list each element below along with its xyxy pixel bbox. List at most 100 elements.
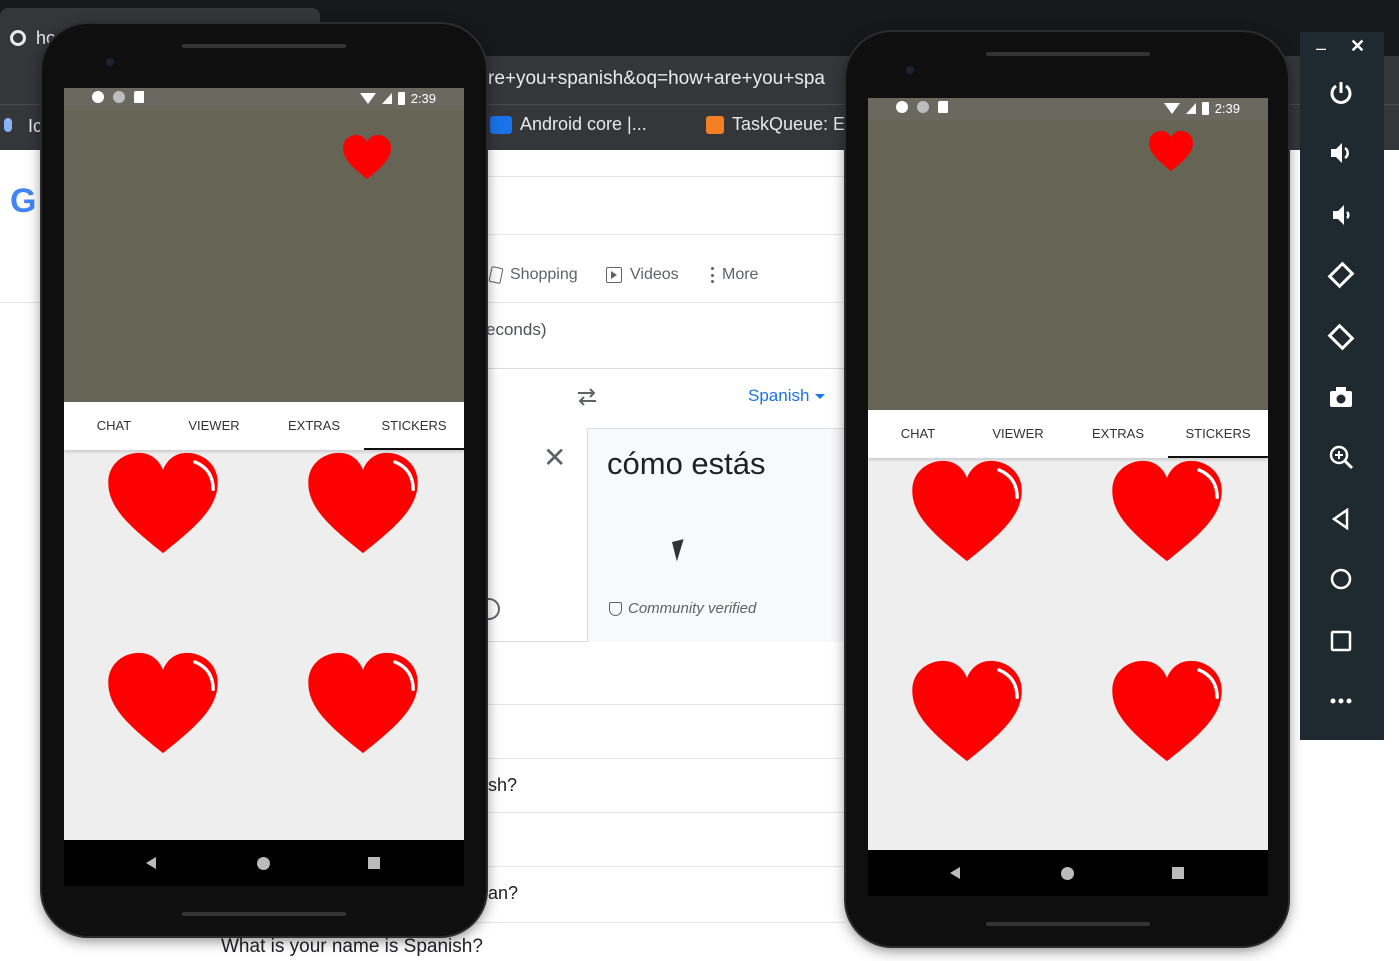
zoom-button[interactable] [1324, 440, 1358, 474]
related-question[interactable]: an? [488, 883, 518, 904]
related-question[interactable]: What is your name is Spanish? [221, 936, 483, 958]
bookmark-taskqueue[interactable]: TaskQueue: E [706, 114, 845, 135]
related-question[interactable]: sh? [488, 775, 517, 796]
tab-bar: CHAT VIEWER EXTRAS STICKERS [64, 402, 464, 450]
android-nav-bar [868, 850, 1268, 896]
front-camera [906, 66, 914, 74]
zoom-icon [1329, 445, 1354, 470]
rotate-left-button[interactable] [1324, 258, 1358, 292]
divider [486, 176, 846, 177]
clear-icon[interactable]: ✕ [543, 444, 566, 472]
tab-chat[interactable]: CHAT [868, 410, 968, 458]
more-button[interactable] [1324, 684, 1358, 718]
search-tab-shopping[interactable]: Shopping [488, 265, 578, 285]
heart-sticker[interactable] [106, 450, 220, 556]
overview-button[interactable] [1324, 624, 1358, 658]
heart-sticker-preview[interactable] [342, 134, 392, 180]
heart-sticker[interactable] [306, 450, 420, 556]
power-button[interactable] [1324, 76, 1358, 110]
home-icon [1330, 568, 1352, 590]
more-icon [1330, 698, 1352, 704]
search-tab-label: Videos [630, 266, 679, 283]
tab-extras[interactable]: EXTRAS [264, 402, 364, 450]
minimize-icon[interactable]: – [1316, 38, 1326, 59]
camera-icon [1330, 387, 1352, 407]
sd-card-icon [938, 101, 948, 113]
status-bar: 2:39 [64, 88, 464, 110]
swap-languages-icon[interactable] [574, 386, 600, 408]
tag-icon [488, 265, 504, 285]
nav-back-icon[interactable] [146, 857, 156, 869]
volume-up-icon [1331, 143, 1349, 163]
google-favicon-icon [10, 30, 26, 46]
tab-stickers[interactable]: STICKERS [1168, 410, 1268, 458]
emulator-phone-right: 2:39 CHAT VIEWER EXTRAS STICKERS [846, 32, 1288, 946]
divider [486, 758, 846, 759]
overview-icon [1330, 630, 1352, 652]
heart-sticker-preview[interactable] [1148, 130, 1194, 172]
nav-recents-icon[interactable] [368, 857, 380, 869]
close-icon[interactable]: ✕ [1350, 36, 1365, 57]
wifi-icon [1163, 103, 1180, 114]
nav-back-icon[interactable] [950, 867, 960, 879]
nav-home-icon[interactable] [257, 857, 270, 870]
back-button[interactable] [1324, 502, 1358, 536]
result-stats: econds) [486, 320, 547, 339]
chevron-down-icon [815, 393, 826, 399]
shield-check-icon [609, 601, 622, 616]
bookmark-label: TaskQueue: E [732, 114, 846, 134]
battery-icon [397, 92, 405, 105]
bookmark-android-core[interactable]: Android core |... [490, 114, 647, 135]
volume-down-button[interactable] [1324, 198, 1358, 232]
target-language-label: Spanish [748, 386, 810, 405]
status-time: 2:39 [410, 91, 436, 106]
volume-up-button[interactable] [1324, 136, 1358, 170]
tab-viewer[interactable]: VIEWER [968, 410, 1068, 458]
rotate-right-button[interactable] [1324, 320, 1358, 354]
tab-viewer[interactable]: VIEWER [164, 402, 264, 450]
home-button[interactable] [1324, 562, 1358, 596]
google-logo[interactable]: G [10, 182, 36, 221]
phone-screen[interactable]: 2:39 CHAT VIEWER EXTRAS STICKERS [868, 98, 1268, 896]
earpiece [182, 44, 346, 48]
divider [486, 812, 846, 813]
tab-chat[interactable]: CHAT [64, 402, 164, 450]
badge-label: Community verified [628, 600, 757, 617]
front-camera [106, 58, 114, 66]
screenshot-button[interactable] [1324, 380, 1358, 414]
heart-sticker[interactable] [106, 650, 220, 756]
target-language-select[interactable]: Spanish [748, 386, 826, 406]
phone-screen[interactable]: 2:39 CHAT VIEWER EXTRAS STICKERS [64, 88, 464, 886]
sd-card-icon [134, 91, 144, 103]
bookmark-label: Android core |... [520, 114, 647, 134]
emulator-phone-left: 2:39 CHAT VIEWER EXTRAS STICKERS [42, 24, 486, 936]
tab-stickers[interactable]: STICKERS [364, 402, 464, 450]
url-text[interactable]: re+you+spanish&oq=how+are+you+spa [488, 68, 848, 90]
sticker-preview-area[interactable] [64, 110, 464, 402]
heart-sticker[interactable] [1110, 458, 1224, 564]
heart-sticker[interactable] [306, 650, 420, 756]
search-tab-videos[interactable]: Videos [606, 266, 679, 284]
tab-extras[interactable]: EXTRAS [1068, 410, 1168, 458]
rotate-left-icon [1327, 261, 1355, 289]
divider [486, 234, 846, 235]
bookmark-item-partial[interactable]: Ic [28, 116, 42, 137]
stackoverflow-icon [706, 115, 724, 134]
bookmark-favicon-icon [490, 115, 512, 134]
back-icon [1331, 507, 1349, 531]
search-tab-more[interactable]: More [710, 266, 758, 284]
notification-icon [917, 101, 929, 113]
signal-icon [381, 93, 392, 104]
battery-icon [1201, 102, 1209, 115]
bottom-speaker [986, 922, 1150, 926]
heart-sticker[interactable] [910, 458, 1024, 564]
nav-recents-icon[interactable] [1172, 867, 1184, 879]
status-time: 2:39 [1214, 101, 1240, 116]
heart-sticker[interactable] [1110, 658, 1224, 764]
nav-home-icon[interactable] [1061, 867, 1074, 880]
volume-down-icon [1333, 205, 1350, 225]
emulator-toolbar: – ✕ [1300, 32, 1384, 740]
heart-sticker[interactable] [910, 658, 1024, 764]
divider [486, 704, 846, 705]
sticker-preview-area[interactable] [868, 120, 1268, 410]
